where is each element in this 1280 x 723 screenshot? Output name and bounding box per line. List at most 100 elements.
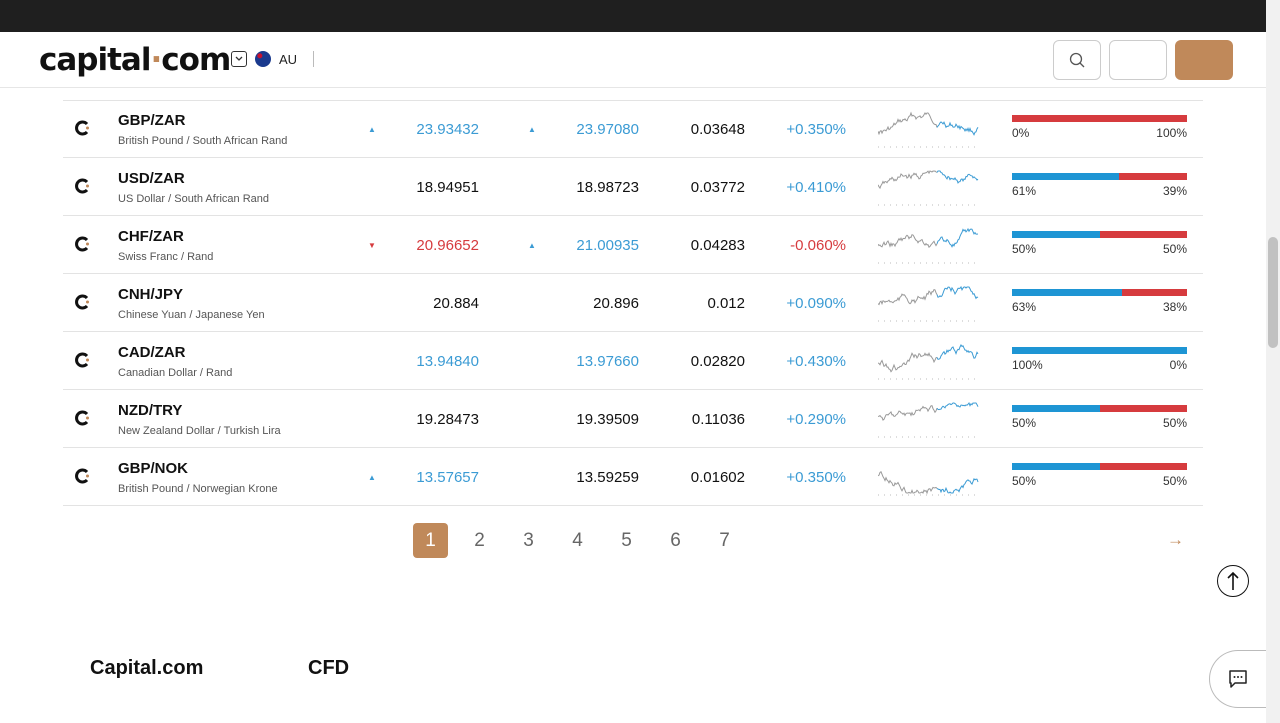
instrument-symbol[interactable]: CNH/JPY: [118, 286, 183, 303]
spread-value: 0.012: [707, 295, 745, 312]
instrument-symbol[interactable]: GBP/NOK: [118, 460, 188, 477]
sparkline-chart: [877, 471, 979, 496]
capital-c-icon: [75, 294, 89, 310]
back-to-top-button[interactable]: [1217, 565, 1249, 597]
next-page-arrow-icon[interactable]: →: [1167, 530, 1184, 550]
instrument-symbol[interactable]: CAD/ZAR: [118, 344, 186, 361]
scrollbar[interactable]: [1266, 0, 1280, 723]
buy-price[interactable]: 19.39509: [576, 411, 639, 428]
sell-price[interactable]: 19.28473: [416, 411, 479, 428]
sparkline-chart: [877, 111, 979, 148]
client-sentiment: 63% 38%: [1012, 289, 1187, 314]
sell-price[interactable]: 13.94840: [416, 353, 479, 370]
page-5-button[interactable]: 5: [609, 523, 644, 558]
sparkline-chart: [877, 344, 979, 380]
footer-heading-capital: Capital.com: [90, 657, 204, 679]
table-row[interactable]: CHF/ZAR Swiss Franc / Rand ▼ 20.96652 ▲ 21.00…: [63, 216, 1203, 274]
buy-trend-icon: ▲: [528, 241, 536, 250]
scrollbar-thumb[interactable]: [1268, 237, 1278, 348]
spread-value: 0.02820: [690, 353, 745, 370]
markets-table: GBP/ZAR British Pound / South African Ran…: [63, 100, 1203, 506]
instrument-name: Swiss Franc / Rand: [118, 251, 214, 263]
sell-price[interactable]: 20.96652: [416, 237, 479, 254]
buy-price[interactable]: 23.97080: [576, 121, 639, 138]
table-row[interactable]: CNH/JPY Chinese Yuan / Japanese Yen 20.884…: [63, 274, 1203, 332]
region-selector[interactable]: AU: [231, 51, 315, 67]
table-row[interactable]: GBP/NOK British Pound / Norwegian Krone ▲ 1…: [63, 448, 1203, 506]
sell-trend-icon: ▲: [368, 125, 376, 134]
page-2-button[interactable]: 2: [462, 523, 497, 558]
instrument-symbol[interactable]: GBP/ZAR: [118, 112, 186, 129]
chat-button[interactable]: [1209, 650, 1266, 708]
instrument-symbol[interactable]: CHF/ZAR: [118, 228, 184, 245]
sentiment-bar: [1012, 463, 1187, 470]
sentiment-buy-percent: 50%: [1012, 474, 1037, 488]
sentiment-buy-fill: [1012, 347, 1187, 354]
signup-button[interactable]: [1175, 40, 1233, 80]
capital-c-icon: [75, 178, 89, 194]
table-row[interactable]: NZD/TRY New Zealand Dollar / Turkish Lira…: [63, 390, 1203, 448]
capital-com-logo[interactable]: capital·com: [39, 42, 231, 78]
spread-value: 0.03648: [690, 121, 745, 138]
buy-price[interactable]: 20.896: [593, 295, 639, 312]
sentiment-sell-percent: 50%: [1162, 416, 1187, 430]
buy-price[interactable]: 18.98723: [576, 179, 639, 196]
buy-price[interactable]: 21.00935: [576, 237, 639, 254]
australia-flag-icon: [255, 51, 271, 67]
instrument-name: US Dollar / South African Rand: [118, 193, 270, 205]
instrument-symbol[interactable]: USD/ZAR: [118, 170, 185, 187]
sentiment-bar: [1012, 115, 1187, 122]
sentiment-buy-fill: [1012, 173, 1119, 180]
spread-value: 0.04283: [690, 237, 745, 254]
page-3-button[interactable]: 3: [511, 523, 546, 558]
arrow-up-icon: [1227, 571, 1239, 590]
sentiment-sell-percent: 50%: [1162, 474, 1187, 488]
sentiment-buy-fill: [1012, 405, 1100, 412]
login-button[interactable]: [1109, 40, 1167, 80]
table-row[interactable]: CAD/ZAR Canadian Dollar / Rand 13.94840 13.…: [63, 332, 1203, 390]
spread-value: 0.03772: [690, 179, 745, 196]
instrument-name: Chinese Yuan / Japanese Yen: [118, 309, 265, 321]
change-percent: +0.410%: [786, 179, 846, 196]
instrument-name: Canadian Dollar / Rand: [118, 367, 233, 379]
change-percent: +0.430%: [786, 353, 846, 370]
capital-c-icon: [75, 410, 89, 426]
page-7-button[interactable]: 7: [707, 523, 742, 558]
chevron-down-icon: [231, 51, 247, 67]
capital-c-icon: [75, 468, 89, 484]
search-button[interactable]: [1053, 40, 1101, 80]
spread-value: 0.11036: [691, 411, 745, 428]
change-percent: +0.090%: [786, 295, 846, 312]
page-4-button[interactable]: 4: [560, 523, 595, 558]
pagination: 1234567: [413, 523, 742, 558]
sell-price[interactable]: 18.94951: [416, 179, 479, 196]
page-1-button[interactable]: 1: [413, 523, 448, 558]
sparkline-chart: [877, 285, 979, 322]
instrument-symbol[interactable]: NZD/TRY: [118, 402, 182, 419]
sentiment-buy-fill: [1012, 231, 1100, 238]
sentiment-sell-fill: [1118, 173, 1187, 180]
sentiment-buy-fill: [1012, 463, 1100, 470]
sentiment-sell-fill: [1122, 289, 1187, 296]
sell-price[interactable]: 13.57657: [416, 469, 479, 486]
divider: [313, 51, 315, 67]
sentiment-sell-fill: [1012, 115, 1187, 122]
sentiment-bar: [1012, 405, 1187, 412]
sentiment-buy-percent: 0%: [1012, 126, 1030, 140]
sell-price[interactable]: 23.93432: [416, 121, 479, 138]
buy-price[interactable]: 13.59259: [576, 469, 639, 486]
table-row[interactable]: USD/ZAR US Dollar / South African Rand 18.…: [63, 158, 1203, 216]
client-sentiment: 0% 100%: [1012, 115, 1187, 140]
sell-trend-icon: ▲: [368, 473, 376, 482]
sentiment-sell-fill: [1099, 463, 1187, 470]
sentiment-bar: [1012, 231, 1187, 238]
page-6-button[interactable]: 6: [658, 523, 693, 558]
sentiment-buy-percent: 61%: [1012, 184, 1037, 198]
table-row[interactable]: GBP/ZAR British Pound / South African Ran…: [63, 100, 1203, 158]
sparkline-chart: [877, 227, 979, 264]
capital-c-icon: [75, 120, 89, 136]
region-code: AU: [279, 51, 298, 67]
buy-price[interactable]: 13.97660: [576, 353, 639, 370]
sparkline-chart: [877, 170, 979, 206]
sell-price[interactable]: 20.884: [433, 295, 479, 312]
